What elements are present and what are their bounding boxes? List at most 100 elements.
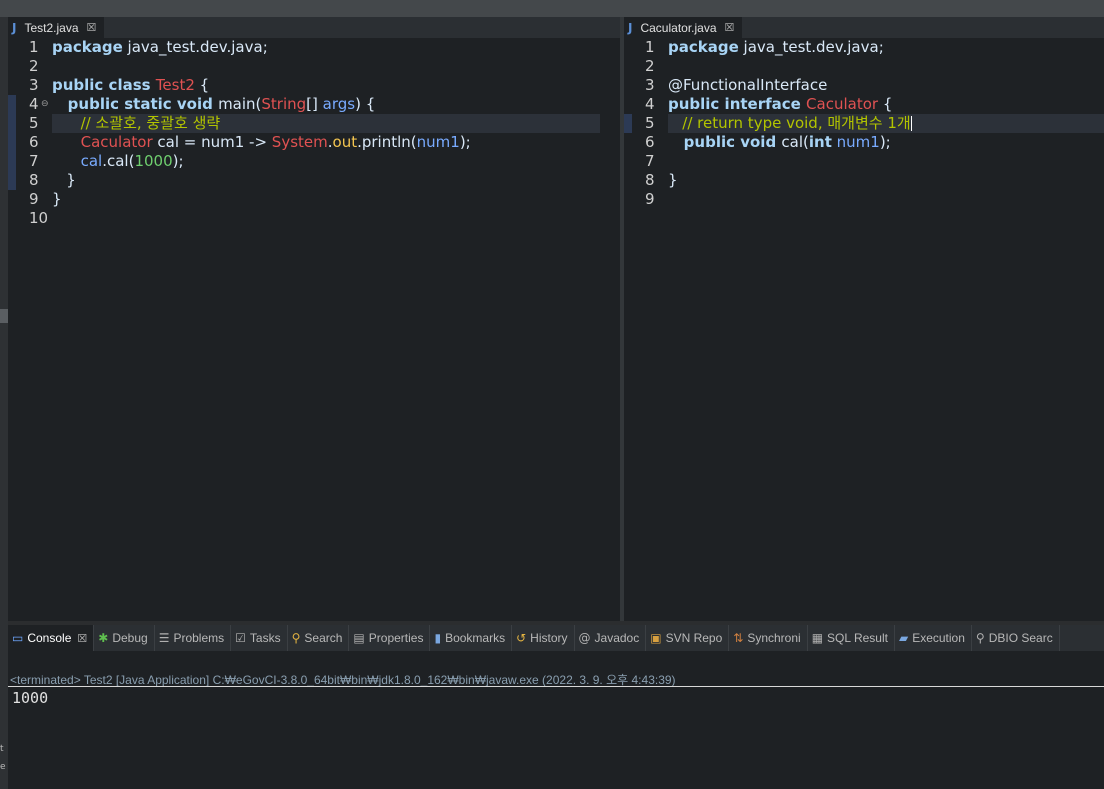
view-tab-label: Execution (912, 631, 965, 645)
line-number: 8 (645, 171, 655, 189)
code-token: ) { (355, 95, 376, 113)
code-token: public class (52, 76, 156, 94)
code-area[interactable]: 1 package java_test.dev.java; 2 3 @Functiona… (624, 38, 1104, 209)
code-token: main( (218, 95, 262, 113)
code-token: { (194, 76, 210, 94)
code-token: package (52, 38, 123, 56)
editor-caculator[interactable]: J Caculator.java ☒ 1 package java_test.de… (624, 17, 1104, 621)
close-icon[interactable]: ☒ (725, 21, 735, 34)
code-line[interactable]: 4 ⊖ public static void main(String[] args… (8, 95, 620, 114)
view-tab-svn-repo[interactable]: ▣ SVN Repo (646, 625, 730, 651)
code-text[interactable]: package java_test.dev.java; (668, 38, 884, 57)
code-line[interactable]: 6 Caculator cal = num1 -> System.out.pri… (8, 133, 620, 152)
code-text[interactable]: Caculator cal = num1 -> System.out.print… (52, 133, 471, 152)
search-icon: ⚲ (291, 631, 301, 645)
code-text[interactable]: } (668, 171, 678, 190)
code-token: ); (459, 133, 471, 151)
code-text[interactable]: public class Test2 { (52, 76, 209, 95)
code-token: System (271, 133, 328, 151)
view-tab-history[interactable]: ↺ History (512, 625, 575, 651)
tab-test2-java[interactable]: J Test2.java ☒ (8, 17, 105, 38)
code-line[interactable]: 2 (8, 57, 620, 76)
code-token: } (52, 190, 62, 208)
execution-icon: ▰ (898, 631, 909, 645)
view-tab-tasks[interactable]: ☑ Tasks (231, 625, 288, 651)
code-text[interactable]: public void cal(int num1); (668, 133, 891, 152)
code-line[interactable]: 1 package java_test.dev.java; (8, 38, 620, 57)
code-line[interactable]: 7 (624, 152, 1104, 171)
code-token: .cal( (102, 152, 135, 170)
line-number: 8 (29, 171, 39, 189)
code-token: Caculator (806, 95, 879, 113)
code-line[interactable]: 8 } (8, 171, 620, 190)
line-number: 7 (29, 152, 39, 170)
view-tab-label: Console (27, 631, 72, 645)
line-number: 1 (645, 38, 655, 56)
code-token: package (668, 38, 739, 56)
code-text[interactable]: public static void main(String[] args) { (52, 95, 376, 114)
svn-icon: ▣ (650, 631, 662, 645)
tab-caculator-java[interactable]: J Caculator.java ☒ (624, 17, 743, 38)
editor-tabbar: J Caculator.java ☒ (624, 17, 1104, 38)
view-tab-label: Javadoc (594, 631, 640, 645)
code-token: num1 (836, 133, 880, 151)
code-line[interactable]: 1 package java_test.dev.java; (624, 38, 1104, 57)
view-tab-console[interactable]: ▭ Console ☒ (8, 625, 95, 651)
code-line[interactable]: 9} (8, 190, 620, 209)
code-text[interactable]: @FunctionalInterface (668, 76, 827, 95)
code-text[interactable]: public interface Caculator { (668, 95, 892, 114)
code-line[interactable]: 2 (624, 57, 1104, 76)
line-number: 2 (29, 57, 39, 75)
code-token: java_test.dev.java; (122, 38, 268, 56)
code-line[interactable]: 4 public interface Caculator { (624, 95, 1104, 114)
panel-splitter-handle[interactable] (0, 309, 8, 323)
code-token: @FunctionalInterface (668, 76, 828, 94)
bookmark-icon: ▮ (434, 631, 442, 645)
code-line[interactable]: 3 public class Test2 { (8, 76, 620, 95)
editor-test2[interactable]: J Test2.java ☒ 1 package java_test.dev.ja… (8, 17, 620, 621)
view-tab-debug[interactable]: ✱ Debug (94, 625, 155, 651)
console-output[interactable]: 1000 (12, 689, 48, 707)
view-tab-dbio-searc[interactable]: ⚲ DBIO Searc (972, 625, 1060, 651)
line-number: 4 (645, 95, 655, 113)
code-line[interactable]: 9 (624, 190, 1104, 209)
view-tab-sql-result[interactable]: ▦ SQL Result (808, 625, 895, 651)
close-icon[interactable]: ☒ (87, 21, 97, 34)
view-tab-javadoc[interactable]: @ Javadoc (575, 625, 647, 651)
close-icon[interactable]: ☒ (77, 632, 87, 645)
view-tab-execution[interactable]: ▰ Execution (895, 625, 972, 651)
view-tab-properties[interactable]: ▤ Properties (349, 625, 431, 651)
synchronize-icon: ⇅ (733, 631, 744, 645)
code-text[interactable]: } (52, 171, 76, 190)
view-tab-label: History (530, 631, 568, 645)
view-tab-problems[interactable]: ☰ Problems (155, 625, 232, 651)
code-line[interactable]: 8} (624, 171, 1104, 190)
code-text[interactable]: cal.cal(1000); (52, 152, 184, 171)
code-token: args (322, 95, 356, 113)
tab-label: Test2.java (24, 20, 79, 35)
code-line[interactable]: 6 public void cal(int num1); (624, 133, 1104, 152)
fold-collapse-icon[interactable]: ⊖ (41, 95, 49, 114)
code-line[interactable]: 5 // 소괄호, 중괄호 생략 (8, 114, 620, 133)
view-tab-search[interactable]: ⚲ Search (288, 625, 350, 651)
code-line[interactable]: 3 @FunctionalInterface (624, 76, 1104, 95)
view-tab-label: SQL Result (827, 631, 888, 645)
line-number: 5 (29, 114, 39, 132)
view-tab-synchroni[interactable]: ⇅ Synchroni (729, 625, 808, 651)
dbio-icon: ⚲ (975, 631, 985, 645)
line-number: 2 (645, 57, 655, 75)
code-line[interactable]: 7 cal.cal(1000); (8, 152, 620, 171)
code-line[interactable]: 10 (8, 209, 620, 228)
code-text[interactable]: // return type void, 매개변수 1개 (668, 114, 912, 133)
view-tab-bookmarks[interactable]: ▮ Bookmarks (430, 625, 513, 651)
code-area[interactable]: 1 package java_test.dev.java; 2 3 public cla… (8, 38, 620, 228)
code-text[interactable]: package java_test.dev.java; (52, 38, 268, 57)
code-text[interactable]: // 소괄호, 중괄호 생략 (52, 114, 221, 133)
history-icon: ↺ (516, 631, 527, 645)
code-line[interactable]: 5 // return type void, 매개변수 1개 (624, 114, 1104, 133)
code-text[interactable]: } (52, 190, 62, 209)
problems-icon: ☰ (158, 631, 170, 645)
code-token: } (52, 171, 76, 189)
java-file-icon: J (12, 20, 17, 35)
code-token: out (332, 133, 358, 151)
